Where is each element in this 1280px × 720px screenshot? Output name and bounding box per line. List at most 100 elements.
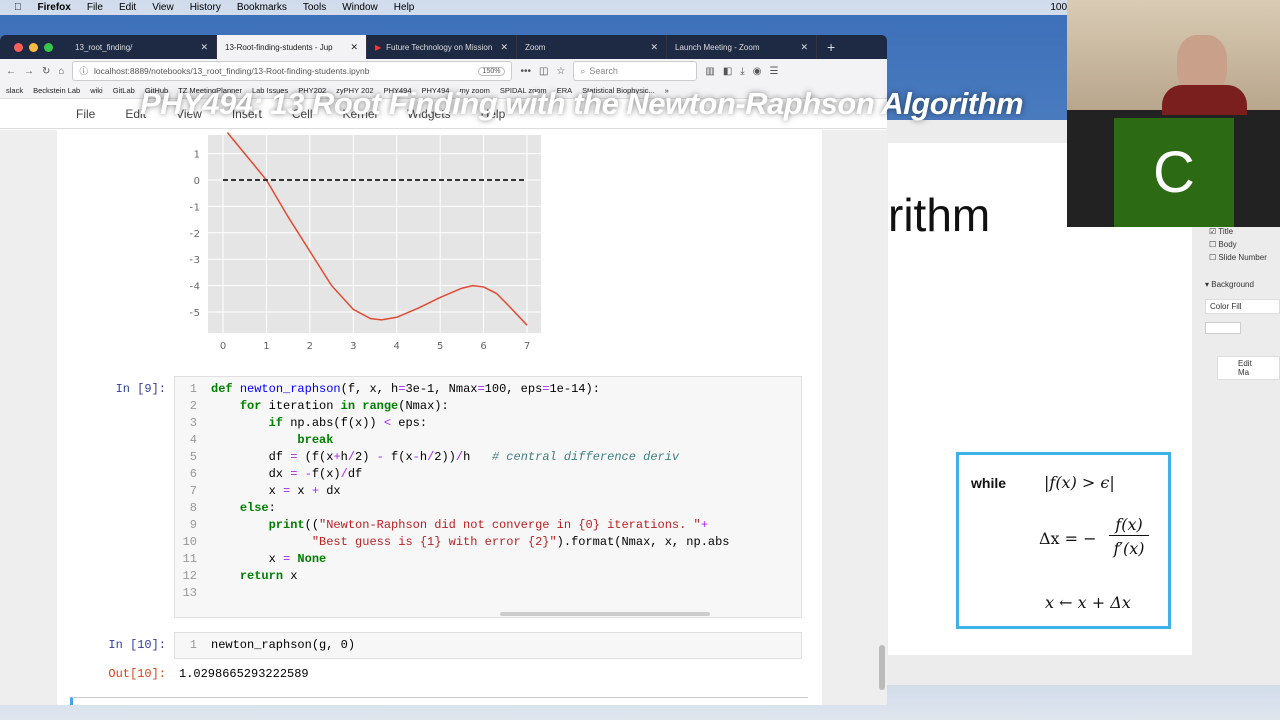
code-token: - [376,450,384,464]
next-cell[interactable] [70,697,808,705]
y-tick-label: −3 [190,255,200,266]
line-number: 11 [182,552,197,566]
code-line: 5 df = (f(x+h/2) - f(x-h/2))/h # central… [175,449,801,466]
bookmark[interactable]: GitLab [113,86,135,95]
url-bar[interactable]: ⓘ localhost:8889/notebooks/13_root_findin… [72,61,513,81]
nav-bar: ← → ↻ ⌂ ⓘ localhost:8889/notebooks/13_root_f… [0,59,887,83]
code-line: 12 return x [175,568,801,585]
code-token: / [340,467,348,481]
vertical-scrollbar[interactable] [879,645,885,690]
code-token: (( [304,518,320,532]
menu-tools[interactable]: Tools [303,2,326,13]
bookmark-star-icon[interactable]: ☆ [556,66,565,77]
close-tab-icon[interactable]: ✕ [200,42,208,53]
close-tab-icon[interactable]: ✕ [650,42,658,53]
code-token: for [239,399,262,413]
code-line: 6 dx = -f(x)/df [175,466,801,483]
line-number: 2 [189,399,197,413]
checkbox-body[interactable]: ☐ Body [1209,240,1280,249]
code-line: 7 x = x + dx [175,483,801,500]
code-token: ).format(Nmax, x, np.abs [556,535,730,549]
menu-history[interactable]: History [190,2,221,13]
menu-bookmarks[interactable]: Bookmarks [237,2,287,13]
menu-file[interactable]: File [87,2,103,13]
code-line: 10 "Best guess is {1} with error {2}").f… [175,534,801,551]
tab-root-finding-dir[interactable]: 13_root_finding/✕ [67,35,217,59]
checkbox-slide-number[interactable]: ☐ Slide Number [1209,253,1280,262]
code-token: h [340,450,348,464]
home-icon[interactable]: ⌂ [58,66,64,77]
menu-edit[interactable]: Edit [119,2,136,13]
code-token: "Best guess is {1} with error {2}" [311,535,557,549]
tab-youtube[interactable]: ▶ Future Technology on Mission ✕ [367,35,517,59]
code-token: - [412,450,420,464]
color-fill-select[interactable]: Color Fill [1205,299,1280,314]
close-tab-icon[interactable]: ✕ [800,42,808,53]
horizontal-scrollbar[interactable] [500,612,710,616]
tab-zoom[interactable]: Zoom ✕ [517,35,667,59]
output-value: 1.0298665293222589 [179,667,309,681]
y-tick-label: −4 [190,282,200,293]
output-prompt: Out[10]: [108,667,166,681]
color-well[interactable] [1205,322,1241,334]
minimize-button[interactable] [29,42,38,52]
new-tab-button[interactable]: + [817,39,845,55]
sidebar-icon[interactable]: ◧ [723,66,732,77]
zoom-level[interactable]: 150% [477,66,506,76]
apple-icon[interactable]:  [14,2,22,13]
line-number: 1 [189,382,197,396]
code-token: in [340,399,356,413]
code-token: if [268,416,284,430]
bookmark[interactable]: slack [6,86,23,95]
library-icon[interactable]: ▥ [705,66,714,77]
background-section[interactable]: ▾ Background [1205,280,1280,289]
account-icon[interactable]: ◉ [753,66,762,77]
x-tick-label: 5 [437,341,443,352]
code-token: print [268,518,305,532]
bookmark[interactable]: Beckstein Lab [33,86,80,95]
close-window-button[interactable] [14,42,23,52]
code-line: 1 newton_raphson(g, 0) [175,637,801,654]
menu-view[interactable]: View [152,2,174,13]
code-token: else [239,501,269,515]
line-number: 8 [189,501,197,515]
back-icon[interactable]: ← [6,66,16,77]
code-token: (f(x [297,450,334,464]
close-tab-icon[interactable]: ✕ [500,42,508,53]
download-icon[interactable]: ⤓ [740,66,744,77]
hamburger-menu-icon[interactable]: ☰ [769,66,778,77]
close-tab-icon[interactable]: ✕ [350,42,358,53]
reload-icon[interactable]: ↻ [42,66,50,77]
x-tick-label: 3 [350,341,356,352]
code-line: 2 for iteration in range(Nmax): [175,398,801,415]
forward-icon[interactable]: → [24,66,34,77]
tab-launch-meeting[interactable]: Launch Meeting - Zoom ✕ [667,35,817,59]
code-cell-newton-raphson[interactable]: 1 def newton_raphson(f, x, h=3e-1, Nmax=1… [174,376,802,618]
code-cell-call[interactable]: 1 newton_raphson(g, 0) [174,632,802,659]
y-tick-label: 0 [194,176,200,187]
y-tick-label: −2 [190,229,200,240]
pocket-icon[interactable]: ◫ [539,66,548,77]
menu-app[interactable]: Firefox [38,2,71,13]
participant-avatar: C [1114,118,1234,227]
bookmark[interactable]: wiki [90,86,103,95]
search-icon: ⌕ [580,65,586,76]
menu-window[interactable]: Window [342,2,378,13]
checkbox-title[interactable]: ☑ Title [1209,227,1280,236]
search-input[interactable]: ⌕ Search [573,61,698,81]
x-tick-label: 0 [220,341,226,352]
edit-master-button[interactable]: Edit Ma [1217,356,1280,380]
plot-area [208,135,541,333]
line-number: 13 [182,586,197,600]
code-token: df [211,450,291,464]
cell-prompt: In [10]: [108,638,166,652]
menu-help[interactable]: Help [394,2,415,13]
code-token: (Nmax): [398,399,449,413]
more-icon[interactable]: ••• [520,66,531,77]
maximize-button[interactable] [44,42,53,52]
jupyter-menu-file[interactable]: File [76,107,95,121]
code-token: x [211,552,284,566]
tab-notebook[interactable]: 13-Root-finding-students - Jup ✕ [217,35,367,59]
